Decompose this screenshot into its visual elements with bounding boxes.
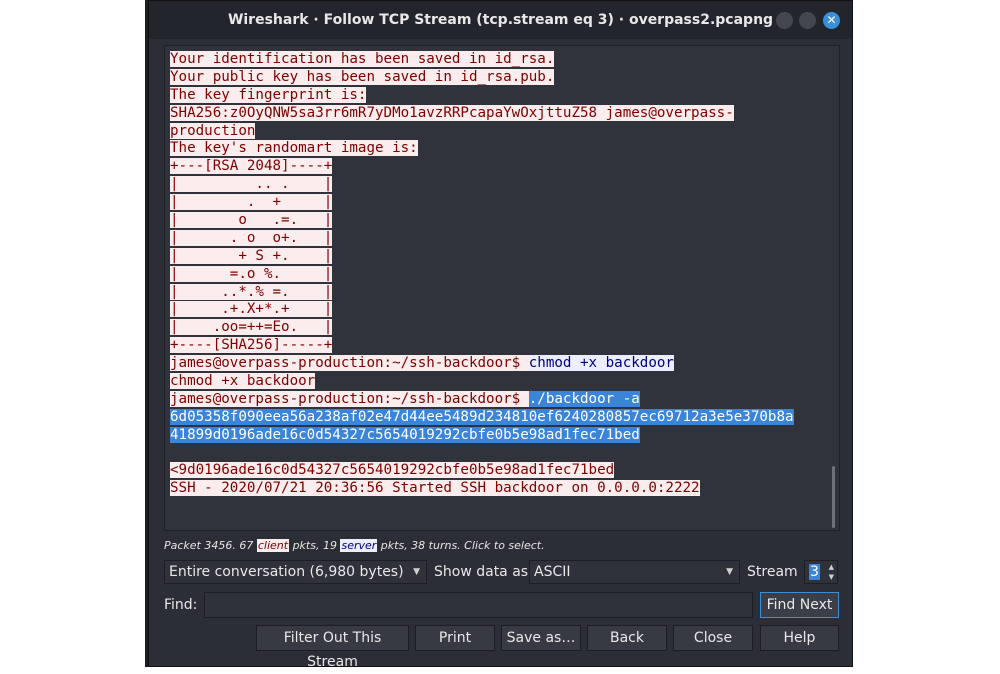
stream-line[interactable]: Your public key has been saved in id_rsa… bbox=[170, 68, 794, 87]
stream-line[interactable]: | . o o+. | bbox=[170, 229, 794, 248]
help-button[interactable]: Help bbox=[760, 625, 839, 651]
info-suffix: pkts, 38 turns. Click to select. bbox=[377, 539, 545, 552]
stream-line[interactable]: +---[RSA 2048]----+ bbox=[170, 158, 794, 176]
client-text: | .oo=++=Eo. | bbox=[170, 319, 333, 336]
stream-line[interactable]: The key fingerprint is: bbox=[170, 86, 794, 105]
client-text: | =.o %. | bbox=[170, 265, 333, 282]
title-bar[interactable]: Wireshark · Follow TCP Stream (tcp.strea… bbox=[149, 1, 852, 39]
conversation-select[interactable]: Entire conversation (6,980 bytes) ▼ bbox=[164, 560, 427, 584]
selected-text: ./backdoor -a bbox=[528, 390, 640, 407]
chevron-down-icon[interactable]: ▼ bbox=[829, 573, 834, 581]
vertical-scrollbar[interactable] bbox=[832, 466, 835, 528]
stream-line[interactable]: The key's randomart image is: bbox=[170, 140, 794, 158]
client-text: SHA256:z0OyQNW5sa3rr6mR7yDMo1avzRRPcapaY… bbox=[170, 104, 734, 121]
stream-line[interactable]: chmod +x backdoor bbox=[170, 373, 794, 391]
client-text: SSH - 2020/07/21 20:36:56 Started SSH ba… bbox=[170, 480, 700, 497]
stream-line[interactable]: | ..*.% =. | bbox=[170, 283, 794, 302]
stream-line[interactable]: | .. . | bbox=[170, 176, 794, 194]
stream-label: Stream bbox=[747, 564, 798, 580]
maximize-button[interactable] bbox=[799, 12, 816, 29]
client-tag: client bbox=[256, 539, 290, 552]
stream-line[interactable]: james@overpass-production:~/ssh-backdoor… bbox=[170, 355, 794, 373]
client-text: Your public key has been saved in id_rsa… bbox=[170, 68, 555, 85]
client-text: james@overpass-production:~/ssh-backdoor… bbox=[170, 390, 529, 407]
server-text: chmod +x backdoor bbox=[528, 355, 674, 372]
client-text: | o .=. | bbox=[170, 212, 333, 229]
stream-line[interactable]: | + S +. | bbox=[170, 247, 794, 266]
client-text: production bbox=[170, 122, 256, 139]
conversation-select-value: Entire conversation (6,980 bytes) bbox=[169, 564, 404, 580]
selected-text: 6d05358f090eea56a238af02e47d44ee5489d234… bbox=[170, 408, 794, 425]
stream-line[interactable]: SSH - 2020/07/21 20:36:56 Started SSH ba… bbox=[170, 480, 794, 498]
client-text: | .+.X+*.+ | bbox=[170, 301, 333, 318]
stream-line[interactable]: | o .=. | bbox=[170, 212, 794, 230]
minimize-button[interactable] bbox=[776, 12, 793, 29]
client-text: The key fingerprint is: bbox=[170, 86, 367, 103]
back-button[interactable]: Back bbox=[587, 625, 667, 651]
chevron-down-icon: ▼ bbox=[726, 567, 733, 577]
client-text: | + S +. | bbox=[170, 247, 333, 264]
filter-out-stream-button[interactable]: Filter Out This Stream bbox=[256, 625, 409, 670]
show-data-select-value: ASCII bbox=[534, 564, 571, 580]
stream-line[interactable] bbox=[170, 445, 794, 463]
chevron-down-icon: ▼ bbox=[413, 567, 420, 577]
follow-tcp-stream-dialog: Wireshark · Follow TCP Stream (tcp.strea… bbox=[148, 0, 853, 670]
stream-text[interactable]: Your identification has been saved in id… bbox=[170, 51, 794, 498]
stream-spinbox[interactable]: 3 ▲ ▼ bbox=[804, 560, 838, 584]
stream-line[interactable]: <9d0196ade16c0d54327c5654019292cbfe0b5e9… bbox=[170, 462, 794, 480]
stream-line[interactable]: Your identification has been saved in id… bbox=[170, 51, 794, 69]
server-tag: server bbox=[340, 539, 378, 552]
stream-info-text[interactable]: Packet 3456. 67 client pkts, 19 server p… bbox=[164, 539, 545, 552]
client-text: | . o o+. | bbox=[170, 229, 333, 246]
selected-text: 41899d0196ade16c0d54327c5654019292cbfe0b… bbox=[170, 426, 640, 443]
client-text: | .. . | bbox=[170, 176, 333, 193]
stream-line[interactable]: | . + | bbox=[170, 194, 794, 212]
client-text: james@overpass-production:~/ssh-backdoor… bbox=[170, 355, 529, 372]
close-window-button[interactable]: ✕ bbox=[823, 12, 840, 29]
show-data-select[interactable]: ASCII ▼ bbox=[529, 560, 740, 584]
info-prefix: Packet 3456. 67 bbox=[164, 539, 257, 552]
stream-line[interactable]: | .oo=++=Eo. | bbox=[170, 319, 794, 337]
find-next-button[interactable]: Find Next bbox=[760, 592, 839, 618]
stream-line[interactable]: 41899d0196ade16c0d54327c5654019292cbfe0b… bbox=[170, 426, 794, 445]
stream-content-pane[interactable]: Your identification has been saved in id… bbox=[164, 45, 840, 531]
client-text: +---[RSA 2048]----+ bbox=[170, 158, 333, 175]
window-title: Wireshark · Follow TCP Stream (tcp.strea… bbox=[227, 12, 774, 28]
stream-line[interactable]: | .+.X+*.+ | bbox=[170, 301, 794, 319]
info-middle: pkts, 19 bbox=[289, 539, 341, 552]
client-text: <9d0196ade16c0d54327c5654019292cbfe0b5e9… bbox=[170, 462, 615, 479]
stream-line[interactable]: james@overpass-production:~/ssh-backdoor… bbox=[170, 390, 794, 409]
client-text: chmod +x backdoor bbox=[170, 373, 316, 390]
stream-number: 3 bbox=[809, 564, 820, 580]
client-text: The key's randomart image is: bbox=[170, 140, 418, 157]
stream-line[interactable]: SHA256:z0OyQNW5sa3rr6mR7yDMo1avzRRPcapaY… bbox=[170, 104, 794, 123]
stream-line[interactable]: production bbox=[170, 122, 794, 141]
stream-line[interactable]: 6d05358f090eea56a238af02e47d44ee5489d234… bbox=[170, 408, 794, 427]
chevron-up-icon[interactable]: ▲ bbox=[829, 563, 834, 571]
background-desktop bbox=[0, 0, 148, 667]
save-as-button[interactable]: Save as… bbox=[501, 625, 581, 651]
client-text: Your identification has been saved in id… bbox=[170, 51, 555, 67]
show-data-label: Show data as bbox=[434, 564, 529, 580]
find-label: Find: bbox=[164, 597, 198, 613]
client-text: | ..*.% =. | bbox=[170, 283, 333, 300]
stream-line[interactable]: +----[SHA256]-----+ bbox=[170, 337, 794, 355]
client-text: +----[SHA256]-----+ bbox=[170, 337, 333, 354]
find-input[interactable] bbox=[204, 592, 753, 618]
close-button[interactable]: Close bbox=[673, 625, 753, 651]
client-text: | . + | bbox=[170, 194, 333, 211]
print-button[interactable]: Print bbox=[415, 625, 495, 651]
stream-line[interactable]: | =.o %. | bbox=[170, 265, 794, 284]
